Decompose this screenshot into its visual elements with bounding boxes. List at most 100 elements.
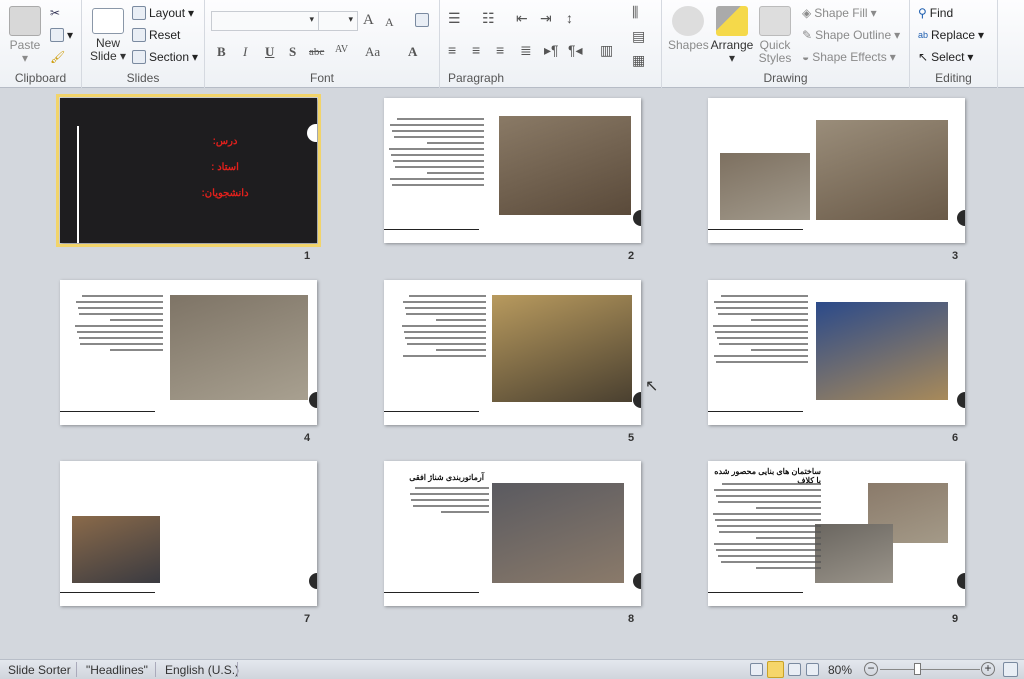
normal-view-icon[interactable] bbox=[750, 663, 763, 676]
language[interactable]: English (U.S.) bbox=[165, 663, 239, 677]
drawing-group: Shapes Arrange ▾ Quick Styles ◈ Shape Fill… bbox=[662, 0, 910, 88]
decorative-line bbox=[77, 126, 79, 243]
slide-number: 7 bbox=[304, 613, 311, 625]
strikethrough-button[interactable]: abc bbox=[309, 46, 324, 58]
paragraph-tool-icon[interactable]: ≡ bbox=[496, 42, 504, 58]
zoom-level[interactable]: 80% bbox=[828, 663, 852, 677]
replace-button[interactable]: ab Replace ▾ bbox=[918, 28, 984, 42]
font-name-select[interactable]: ▾ bbox=[211, 11, 319, 31]
reset-label: Reset bbox=[149, 28, 181, 42]
grow-font-button[interactable]: A bbox=[363, 12, 374, 29]
ribbon: Paste ▾ ✂ ▾ 🖌 Clipboard New Slide ▾ Layou… bbox=[0, 0, 1024, 88]
slide-body-text bbox=[409, 487, 489, 517]
select-button[interactable]: ↖ Select ▾ bbox=[918, 50, 973, 64]
slide-sorter-view-icon[interactable] bbox=[767, 661, 784, 678]
paragraph-tool-icon[interactable]: ▥ bbox=[600, 42, 613, 59]
paragraph-tool-icon[interactable]: ▦ bbox=[632, 52, 645, 69]
zoom-slider-thumb[interactable] bbox=[914, 663, 921, 675]
zoom-in-button[interactable]: + bbox=[981, 662, 995, 676]
paste-button[interactable]: Paste ▾ bbox=[6, 6, 44, 65]
slide-thumbnail[interactable] bbox=[384, 280, 641, 425]
slide-thumbnail[interactable]: آرماتوربندی شناژ افقی bbox=[384, 461, 641, 606]
slide-thumbnail[interactable] bbox=[708, 280, 965, 425]
slide-thumbnail[interactable]: ساختمان های بنایی محصور شده با کلاف bbox=[708, 461, 965, 606]
footer-line bbox=[60, 592, 155, 593]
shape-effects-button[interactable]: ◒ Shape Effects ▾ bbox=[802, 50, 896, 64]
slide-photo bbox=[816, 302, 948, 400]
paragraph-tool-icon[interactable]: ▸¶ bbox=[544, 42, 559, 59]
italic-button[interactable]: I bbox=[243, 44, 247, 60]
paragraph-tool-icon[interactable]: ⇥ bbox=[540, 10, 552, 27]
new-slide-button[interactable]: New Slide ▾ bbox=[88, 8, 128, 63]
clipboard-group: Paste ▾ ✂ ▾ 🖌 Clipboard bbox=[0, 0, 82, 88]
new-slide-icon bbox=[92, 8, 124, 34]
slide-thumbnail[interactable] bbox=[60, 280, 317, 425]
slide-thumbnail[interactable] bbox=[384, 98, 641, 243]
slide-number: 3 bbox=[952, 250, 959, 262]
change-case-button[interactable]: Aa bbox=[365, 44, 380, 60]
slide-number: 9 bbox=[952, 613, 959, 625]
slide-thumbnail[interactable] bbox=[60, 461, 317, 606]
paragraph-tool-icon[interactable]: ¶◂ bbox=[568, 42, 583, 59]
layout-button[interactable]: Layout ▾ bbox=[132, 6, 194, 20]
underline-button[interactable]: U bbox=[265, 44, 274, 60]
paragraph-group: ☰ ☷ ⇤ ⇥ ↕ ⫼ ≡ ≡ ≡ ≣ ▸¶ ¶◂ ▥ ▤ ▦ Paragraph bbox=[440, 0, 662, 88]
paragraph-tool-icon[interactable]: ↕ bbox=[566, 10, 573, 26]
paragraph-tool-icon[interactable]: ⇤ bbox=[516, 10, 528, 27]
slide-thumbnail[interactable] bbox=[708, 98, 965, 243]
slideshow-view-icon[interactable] bbox=[806, 663, 819, 676]
bold-button[interactable]: B bbox=[217, 44, 226, 60]
slide-number: 6 bbox=[952, 432, 959, 444]
reset-button[interactable]: Reset bbox=[132, 28, 180, 42]
paragraph-tool-icon[interactable]: ☰ bbox=[448, 10, 461, 27]
find-button[interactable]: ⚲ Find bbox=[918, 6, 953, 20]
footer-line bbox=[384, 229, 479, 230]
shape-outline-button[interactable]: ✎ Shape Outline ▾ bbox=[802, 28, 900, 42]
view-name: Slide Sorter bbox=[8, 663, 71, 677]
quick-styles-button[interactable]: Quick Styles bbox=[756, 6, 794, 65]
cursor-icon: ↖ bbox=[918, 50, 929, 64]
slide-body-text bbox=[75, 295, 163, 357]
slide-photo bbox=[499, 116, 631, 215]
reading-view-icon[interactable] bbox=[788, 663, 801, 676]
format-painter-button[interactable]: 🖌 bbox=[50, 50, 65, 64]
title-slide-text: دانشجویان: bbox=[201, 188, 249, 199]
shadow-button[interactable]: S bbox=[289, 44, 296, 60]
shrink-font-button[interactable]: A bbox=[385, 15, 394, 30]
paragraph-tool-icon[interactable]: ▤ bbox=[632, 28, 645, 45]
title-slide-text: درس: bbox=[212, 136, 238, 147]
paste-label: Paste bbox=[9, 38, 41, 52]
slide-photo bbox=[170, 295, 308, 400]
section-button[interactable]: Section ▾ bbox=[132, 50, 198, 64]
zoom-out-button[interactable]: − bbox=[864, 662, 878, 676]
footer-line bbox=[384, 411, 479, 412]
slide-number: 2 bbox=[628, 250, 635, 262]
layout-label: Layout bbox=[149, 6, 186, 20]
font-size-select[interactable]: ▾ bbox=[318, 11, 358, 31]
arrange-button[interactable]: Arrange ▾ bbox=[710, 6, 754, 65]
decorative-circle bbox=[633, 573, 641, 589]
paragraph-tool-icon[interactable]: ≡ bbox=[472, 42, 480, 58]
brush-icon: 🖌 bbox=[50, 50, 66, 64]
slide-thumbnail[interactable]: درس: استاد : دانشجویان: bbox=[56, 94, 321, 247]
cut-button[interactable]: ✂ bbox=[50, 6, 60, 20]
zoom-slider[interactable] bbox=[880, 669, 980, 670]
fit-to-window-icon[interactable] bbox=[1003, 662, 1018, 677]
paragraph-tool-icon[interactable]: ≣ bbox=[520, 42, 532, 59]
font-color-button[interactable]: A bbox=[408, 44, 417, 60]
slide-number: 5 bbox=[628, 432, 635, 444]
paragraph-tool-icon[interactable]: ☷ bbox=[482, 10, 495, 27]
shapes-button[interactable]: Shapes bbox=[668, 6, 709, 52]
paragraph-tool-icon[interactable]: ⫼ bbox=[632, 4, 638, 21]
slide-sorter: درس: استاد : دانشجویان: 1 2 3 4 5 6 7 آرماتوربندی … bbox=[0, 89, 1024, 659]
copy-button[interactable]: ▾ bbox=[50, 28, 73, 42]
copy-icon bbox=[50, 28, 64, 42]
decorative-circle bbox=[633, 392, 641, 408]
paragraph-tool-icon[interactable]: ≡ bbox=[448, 42, 456, 58]
effects-icon: ◒ bbox=[802, 50, 810, 64]
clear-formatting-icon[interactable] bbox=[415, 13, 429, 27]
character-spacing-button[interactable]: AV bbox=[335, 44, 348, 55]
theme-name[interactable]: "Headlines" bbox=[86, 663, 148, 677]
arrange-icon bbox=[716, 6, 748, 36]
shape-fill-button[interactable]: ◈ Shape Fill ▾ bbox=[802, 6, 877, 20]
